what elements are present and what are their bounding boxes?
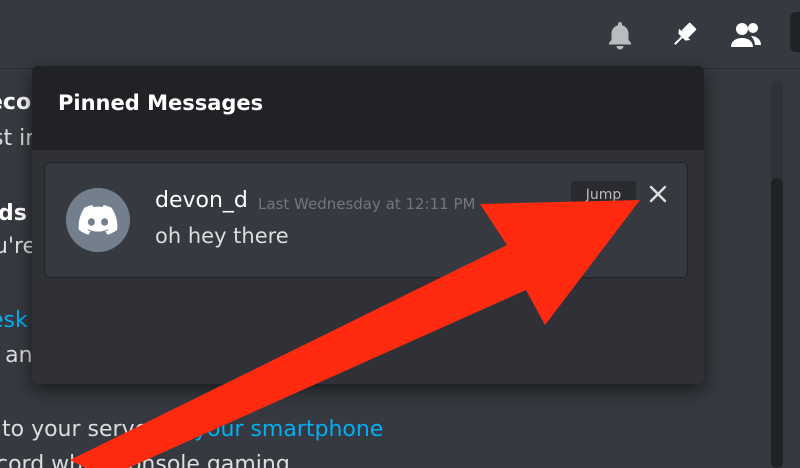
smartphone-link[interactable]: your smartphone [194,417,383,442]
bg-chat-line: cord while console gaming [0,452,290,468]
close-icon [649,185,667,203]
channel-header [0,0,800,69]
bell-icon[interactable] [603,18,637,52]
popout-title: Pinned Messages [58,91,264,115]
jump-button[interactable]: Jump [571,181,636,209]
message-author[interactable]: devon_d [155,188,248,213]
message-text: oh hey there [155,224,289,248]
popout-header: Pinned Messages [32,66,704,150]
avatar[interactable] [66,188,130,252]
pinned-messages-popout: Pinned Messages devon_d Last Wednesday a… [32,66,704,384]
discord-window: ecor st in ds u're esk l anc to your ser… [0,0,800,468]
scrollbar-thumb[interactable] [771,178,783,468]
bg-chat-text: to your server fr [2,417,181,442]
unpin-close-button[interactable] [644,180,672,208]
pinned-message-card[interactable]: devon_d Last Wednesday at 12:11 PM oh he… [44,162,688,278]
bg-chat-line-smartphone: to your server fr your smartphone [2,417,383,442]
message-timestamp: Last Wednesday at 12:11 PM [258,195,476,213]
bg-chat-line: u're [0,234,37,259]
search-bar-edge[interactable] [790,12,800,52]
pin-icon[interactable] [667,18,701,52]
bg-chat-link[interactable]: esk [0,308,28,333]
discord-logo-icon [78,205,118,235]
bg-chat-line: ds [0,201,27,226]
members-icon[interactable] [729,18,763,52]
